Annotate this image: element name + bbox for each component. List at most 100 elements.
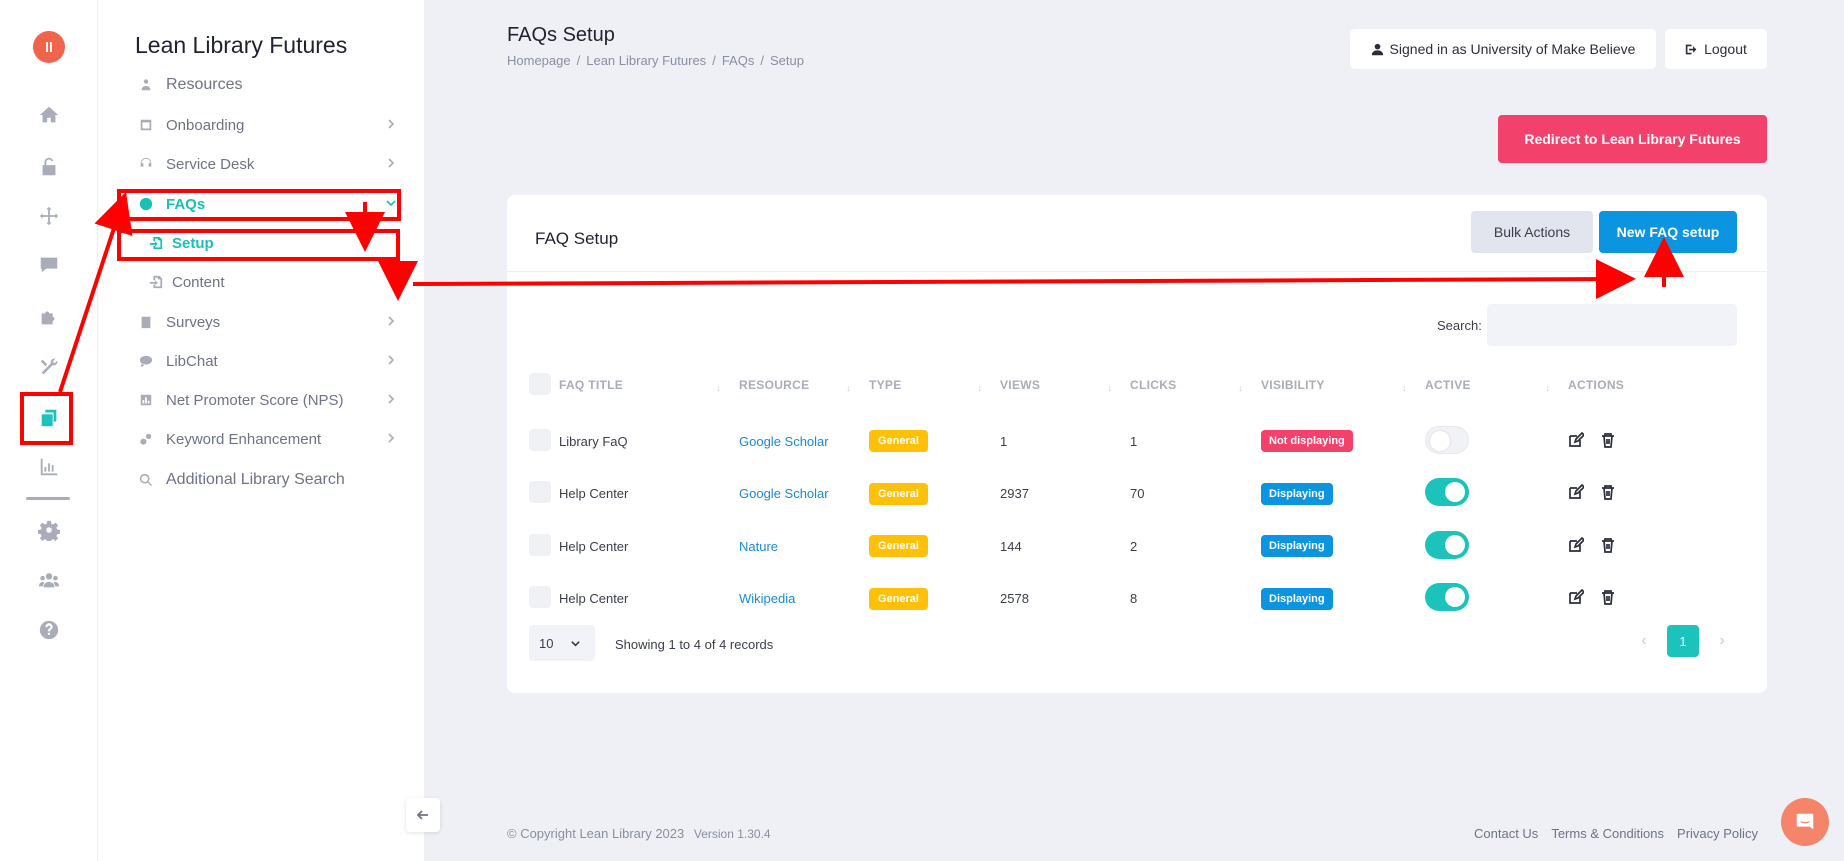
column-header-views[interactable]: VIEWS ↓	[1000, 355, 1130, 415]
column-header-visibility[interactable]: VISIBILITY ↓	[1261, 355, 1425, 415]
column-header-clicks[interactable]: CLICKS ↓	[1130, 355, 1261, 415]
row-checkbox[interactable]	[529, 533, 551, 556]
sidebar-item-surveys[interactable]: Surveys	[138, 310, 398, 334]
column-header-type[interactable]: TYPE ↓	[869, 355, 1000, 415]
select-all-checkbox[interactable]	[529, 372, 551, 395]
views-cell: 2937	[1000, 486, 1029, 502]
edit-icon[interactable]	[1568, 484, 1584, 500]
faq-title-cell: Help Center	[559, 591, 629, 607]
logout-label: Logout	[1704, 41, 1747, 57]
table-row: Help Center Google Scholar General 2937 …	[529, 468, 1739, 521]
page-size-select[interactable]: 10	[529, 625, 595, 661]
column-header-actions: ACTIONS	[1568, 378, 1625, 392]
search-input[interactable]	[1487, 304, 1737, 346]
prev-page-button[interactable]: ‹	[1637, 632, 1651, 650]
sidebar-item-label: LibChat	[166, 352, 218, 370]
clipboard-icon	[138, 117, 154, 133]
sidebar-item-service-desk[interactable]: Service Desk	[138, 152, 398, 176]
app-logo[interactable]: ll	[33, 31, 65, 63]
breadcrumb-item-faqs[interactable]: FAQs	[722, 53, 755, 68]
chevron-down-icon	[384, 196, 398, 210]
trash-icon[interactable]	[1600, 484, 1616, 501]
row-checkbox[interactable]	[529, 586, 551, 609]
edit-icon[interactable]	[1568, 536, 1584, 553]
column-header-resource[interactable]: RESOURCE ↓	[739, 355, 869, 415]
sidebar-item-label: FAQs	[166, 195, 206, 213]
resource-link[interactable]: Wikipedia	[739, 591, 795, 606]
type-badge: General	[869, 482, 928, 505]
new-faq-setup-button[interactable]: New FAQ setup	[1599, 211, 1737, 253]
move-icon[interactable]	[34, 201, 64, 231]
footer-link-contact[interactable]: Contact Us	[1474, 826, 1538, 841]
clicks-cell: 1	[1130, 433, 1138, 449]
views-cell: 144	[1000, 538, 1022, 554]
users-icon[interactable]	[34, 565, 64, 595]
views-cell: 2578	[1000, 591, 1029, 607]
sort-icon: ↓	[977, 383, 982, 393]
page-number-button[interactable]: 1	[1667, 625, 1699, 657]
sidebar-item-onboarding[interactable]: Onboarding	[138, 113, 398, 137]
row-checkbox[interactable]	[529, 481, 551, 504]
resource-link[interactable]: Google Scholar	[739, 434, 829, 449]
version-text: Version 1.30.4	[693, 827, 771, 841]
trash-icon[interactable]	[1600, 537, 1616, 553]
views-cell: 1	[1000, 433, 1008, 449]
comment-icon[interactable]	[34, 250, 64, 280]
sidebar-item-libchat[interactable]: LibChat	[138, 349, 398, 373]
sidebar-item-additional-library-search[interactable]: Additional Library Search	[138, 468, 398, 492]
copyright: © Copyright Lean Library 2023 Version 1.…	[507, 826, 771, 841]
sidebar-item-resources[interactable]: Resources	[138, 73, 398, 97]
footer-link-terms[interactable]: Terms & Conditions	[1551, 826, 1664, 841]
sort-icon: ↓	[1107, 383, 1112, 393]
chevron-right-icon	[384, 353, 398, 367]
logout-button[interactable]: Logout	[1665, 29, 1767, 69]
sidebar-subitem-content[interactable]: Content	[148, 270, 288, 294]
redirect-button[interactable]: Redirect to Lean Library Futures	[1498, 115, 1767, 163]
help-icon[interactable]	[34, 615, 64, 645]
column-header-active[interactable]: ACTIVE ↓	[1425, 355, 1568, 415]
chat-launcher-button[interactable]	[1781, 798, 1829, 846]
page-size-value: 10	[539, 635, 554, 651]
breadcrumb-separator: /	[712, 53, 716, 68]
chat-icon	[138, 353, 154, 369]
row-checkbox[interactable]	[529, 428, 551, 451]
breadcrumb-item-homepage[interactable]: Homepage	[507, 53, 571, 68]
chart-icon[interactable]	[34, 452, 64, 482]
edit-icon[interactable]	[1568, 589, 1584, 605]
active-toggle[interactable]	[1425, 530, 1469, 559]
gear-icon[interactable]	[34, 515, 64, 545]
breadcrumb-item-lean-library-futures[interactable]: Lean Library Futures	[586, 53, 706, 68]
trash-icon[interactable]	[1600, 589, 1616, 606]
puzzle-icon[interactable]	[34, 302, 64, 332]
signed-in-button[interactable]: Signed in as University of Make Believe	[1350, 29, 1656, 69]
edit-icon[interactable]	[1568, 431, 1584, 448]
signed-in-label: Signed in as University of Make Believe	[1389, 41, 1636, 57]
faq-setup-card: FAQ Setup Bulk Actions New FAQ setup Sea…	[507, 195, 1767, 693]
sidebar-item-keyword-enhancement[interactable]: Keyword Enhancement	[138, 427, 398, 451]
sidebar-subitem-setup[interactable]: Setup	[148, 231, 288, 255]
column-header-title[interactable]: FAQ TITLE ↓	[559, 355, 739, 415]
sidebar-item-label: Net Promoter Score (NPS)	[166, 391, 344, 409]
footer-link-privacy[interactable]: Privacy Policy	[1677, 826, 1758, 841]
resource-link[interactable]: Nature	[739, 539, 778, 554]
lock-icon[interactable]	[34, 152, 64, 182]
file-import-icon	[148, 274, 164, 290]
sidebar-title: Lean Library Futures	[135, 32, 348, 58]
sidebar-item-nps[interactable]: Net Promoter Score (NPS)	[138, 388, 398, 412]
sidebar-item-label: Onboarding	[166, 116, 245, 134]
tools-icon[interactable]	[34, 352, 64, 382]
type-badge: General	[869, 430, 928, 453]
home-icon[interactable]	[34, 100, 64, 130]
sidebar-item-faqs[interactable]: FAQs	[138, 192, 398, 216]
active-toggle[interactable]	[1425, 478, 1469, 507]
type-badge: General	[869, 535, 928, 558]
collapse-sidebar-button[interactable]	[406, 798, 440, 832]
resource-link[interactable]: Google Scholar	[739, 486, 829, 501]
active-toggle[interactable]	[1425, 425, 1469, 454]
copy-icon[interactable]	[34, 403, 64, 433]
active-toggle[interactable]	[1425, 583, 1469, 612]
users-cog-icon	[138, 77, 154, 93]
bulk-actions-button[interactable]: Bulk Actions	[1471, 211, 1593, 253]
trash-icon[interactable]	[1600, 432, 1616, 448]
next-page-button[interactable]: ›	[1715, 632, 1729, 650]
